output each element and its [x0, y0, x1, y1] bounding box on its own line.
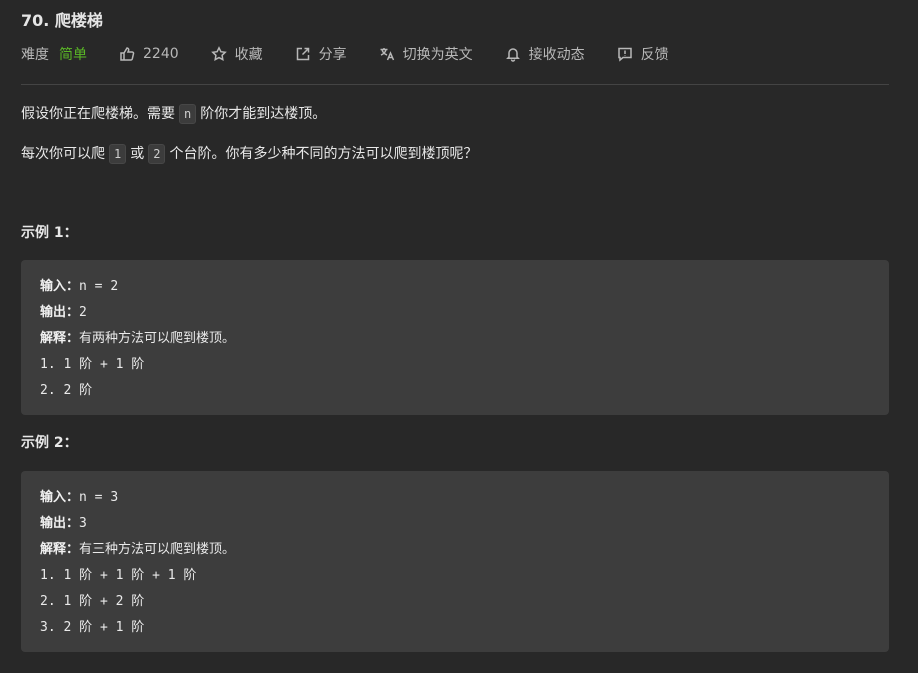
example-step-line: 3. 2 阶 + 1 阶 — [40, 620, 145, 635]
explain-value: 有两种方法可以爬到楼顶。 — [79, 331, 236, 346]
divider — [21, 84, 889, 85]
favorite-button[interactable]: 收藏 — [210, 44, 263, 64]
explain-label: 解释： — [40, 331, 80, 346]
problem-meta-bar: 难度 简单 2240 收藏 分享 切换为英文 接收动态 反馈 — [21, 43, 701, 65]
share-icon — [296, 47, 309, 61]
input-value: n = 3 — [79, 490, 119, 505]
example-1-block: 输入：n = 2 输出：2 解释：有两种方法可以爬到楼顶。 1. 1 阶 + 1… — [21, 260, 889, 415]
example-input-line: 输入：n = 3 — [40, 485, 870, 511]
inline-code: n — [179, 104, 197, 124]
translate-icon — [380, 48, 394, 61]
description-paragraph-2: 每次你可以爬 1 或 2 个台阶。你有多少种不同的方法可以爬到楼顶呢？ — [21, 143, 477, 165]
description-text: 假设你正在爬楼梯。需要 — [21, 106, 175, 122]
problem-title: 70. 爬楼梯 — [21, 11, 103, 30]
explain-value: 有三种方法可以爬到楼顶。 — [79, 542, 236, 557]
example-step-line: 1. 1 阶 + 1 阶 — [40, 357, 145, 372]
output-label: 输出： — [40, 305, 80, 320]
star-icon — [210, 46, 227, 61]
output-value: 2 — [79, 305, 87, 320]
description-text: 阶你才能到达楼顶。 — [200, 106, 327, 122]
share-button[interactable]: 分享 — [295, 44, 347, 64]
thumbs-up-icon — [120, 47, 135, 61]
subscribe-label: 接收动态 — [528, 47, 585, 63]
explain-label: 解释： — [40, 542, 80, 557]
example-step-line: 1. 1 阶 + 1 阶 + 1 阶 — [40, 568, 197, 583]
like-count: 2240 — [143, 46, 179, 62]
difficulty-label: 难度 — [21, 47, 49, 63]
example-input-line: 输入：n = 2 — [40, 274, 870, 300]
example-explain-line: 解释：有三种方法可以爬到楼顶。 — [40, 537, 870, 563]
example-1-title: 示例 1： — [21, 225, 78, 241]
description-paragraph-1: 假设你正在爬楼梯。需要 n 阶你才能到达楼顶。 — [21, 103, 326, 125]
input-label: 输入： — [40, 279, 80, 294]
example-2-title: 示例 2： — [21, 435, 78, 451]
translate-button[interactable]: 切换为英文 — [379, 44, 473, 64]
input-value: n = 2 — [79, 279, 119, 294]
example-explain-line: 解释：有两种方法可以爬到楼顶。 — [40, 326, 870, 352]
feedback-label: 反馈 — [640, 47, 669, 63]
description-text: 个台阶。你有多少种不同的方法可以爬到楼顶呢？ — [169, 146, 478, 162]
inline-code: 1 — [109, 144, 127, 164]
feedback-button[interactable]: 反馈 — [617, 44, 669, 64]
description-text: 每次你可以爬 — [21, 146, 105, 162]
translate-label: 切换为英文 — [402, 47, 473, 63]
input-label: 输入： — [40, 490, 80, 505]
share-label: 分享 — [318, 47, 347, 63]
description-text: 或 — [130, 146, 145, 162]
favorite-label: 收藏 — [234, 47, 263, 63]
bell-icon — [505, 48, 520, 62]
problem-page: 70. 爬楼梯 难度 简单 2240 收藏 分享 切换为英文 接收动态 反馈 假… — [0, 0, 918, 673]
example-output-line: 输出：2 — [40, 300, 870, 326]
example-step-line: 2. 2 阶 — [40, 383, 93, 398]
example-output-line: 输出：3 — [40, 511, 870, 537]
output-value: 3 — [79, 516, 87, 531]
feedback-icon — [617, 47, 632, 62]
example-2-block: 输入：n = 3 输出：3 解释：有三种方法可以爬到楼顶。 1. 1 阶 + 1… — [21, 471, 889, 652]
subscribe-button[interactable]: 接收动态 — [505, 44, 585, 64]
like-button[interactable]: 2240 — [119, 46, 179, 62]
difficulty-badge: 简单 — [59, 47, 87, 63]
example-step-line: 2. 1 阶 + 2 阶 — [40, 594, 145, 609]
output-label: 输出： — [40, 516, 80, 531]
inline-code: 2 — [148, 144, 166, 164]
